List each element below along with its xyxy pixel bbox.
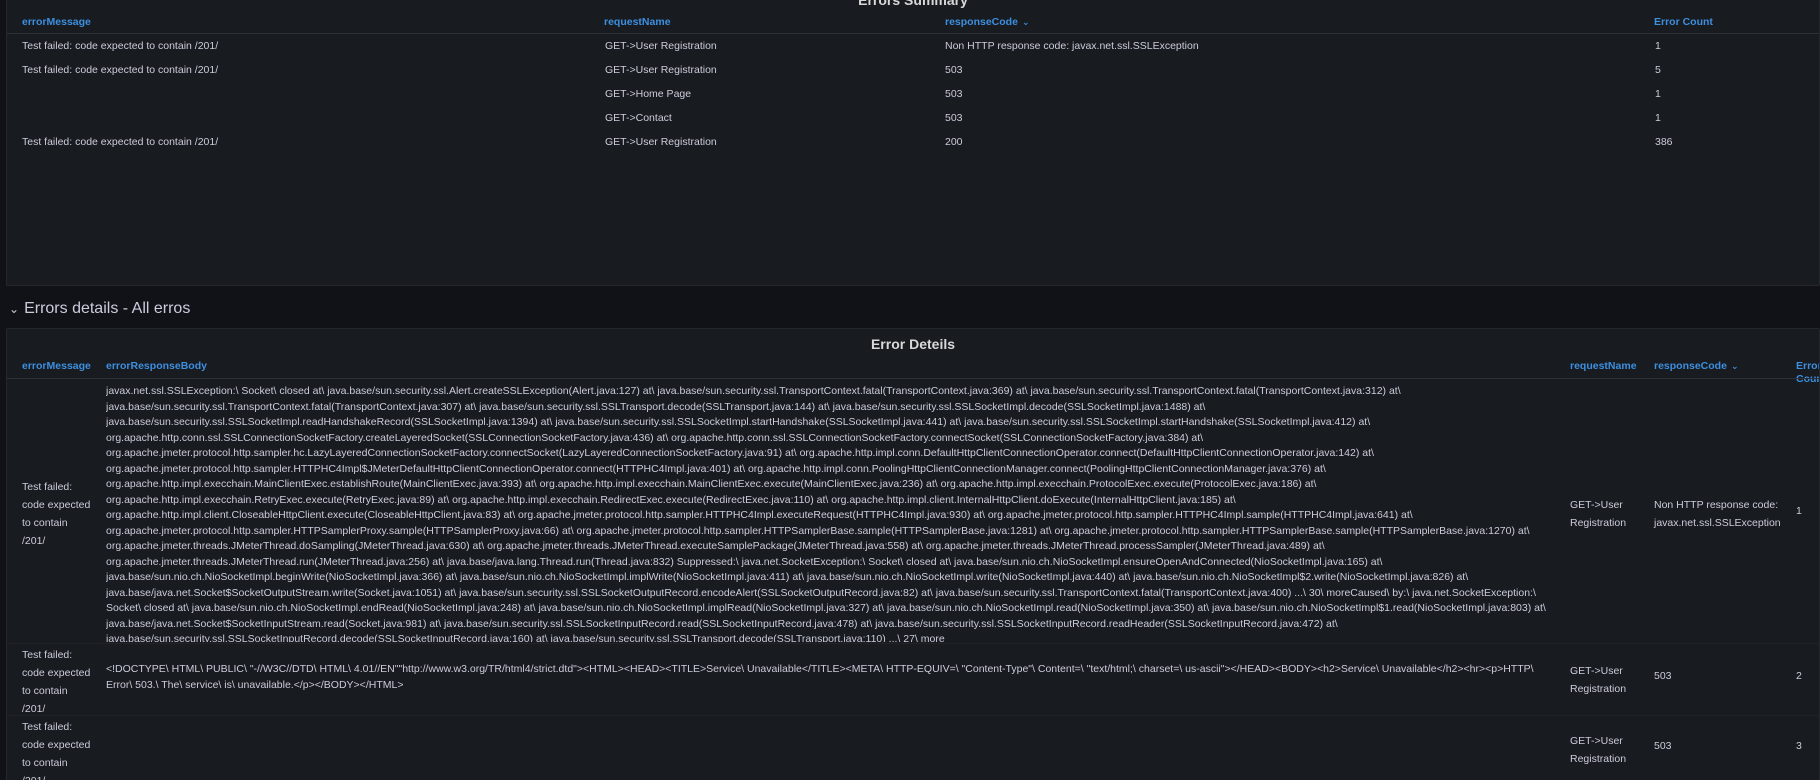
cell-response-code: Non HTTP response code: javax.net.ssl.SS… bbox=[945, 40, 1199, 52]
cell-error-message: Test failed: code expected to contain /2… bbox=[22, 481, 91, 547]
cell-error-count: 1 bbox=[1655, 112, 1661, 124]
column-header-errormessage[interactable]: errorMessage bbox=[22, 16, 91, 28]
panel-title: Errors Summary bbox=[858, 0, 968, 8]
dashboard-row-toggle[interactable]: ⌄ Errors details - All erros bbox=[0, 296, 190, 322]
cell-request-name: GET->User Registration bbox=[605, 64, 717, 76]
cell-error-count: 1 bbox=[1796, 505, 1802, 517]
row-divider bbox=[7, 715, 1819, 716]
cell-request-name: GET->User Registration bbox=[1570, 735, 1627, 765]
column-header-responsecode[interactable]: responseCode ⌄ bbox=[945, 16, 1029, 28]
header-divider bbox=[7, 378, 1819, 379]
cell-error-message: Test failed: code expected to contain /2… bbox=[22, 136, 219, 148]
cell-error-message: Test failed: code expected to contain /2… bbox=[22, 721, 91, 780]
cell-error-response-body: javax.net.ssl.SSLException:\ Socket\ clo… bbox=[106, 385, 1546, 642]
cell-response-code: 503 bbox=[1654, 740, 1672, 752]
column-header-errorcount[interactable]: Error Count bbox=[1796, 360, 1819, 386]
errors-summary-panel: Errors Summary errorMessage requestName … bbox=[6, 0, 1820, 286]
cell-request-name: GET->User Registration bbox=[1570, 665, 1627, 695]
cell-error-message: Test failed: code expected to contain /2… bbox=[22, 649, 91, 715]
row-title: Errors details - All erros bbox=[24, 300, 191, 317]
cell-response-code: 503 bbox=[945, 64, 963, 76]
cell-request-name: GET->User Registration bbox=[605, 136, 717, 148]
cell-response-code: 503 bbox=[945, 88, 963, 100]
column-header-errorcount[interactable]: Error Count bbox=[1654, 16, 1713, 28]
cell-error-count: 3 bbox=[1796, 740, 1802, 752]
row-divider bbox=[7, 643, 1819, 644]
cell-response-code: 200 bbox=[945, 136, 963, 148]
header-divider bbox=[7, 33, 1819, 34]
cell-error-count: 2 bbox=[1796, 670, 1802, 682]
cell-error-response-body: <!DOCTYPE\ HTML\ PUBLIC\ "-//W3C//DTD\ H… bbox=[106, 663, 1534, 691]
cell-error-count: 1 bbox=[1655, 40, 1661, 52]
column-header-label: responseCode bbox=[1654, 360, 1727, 372]
cell-error-message: Test failed: code expected to contain /2… bbox=[22, 40, 219, 52]
cell-error-message: Test failed: code expected to contain /2… bbox=[22, 64, 219, 76]
cell-error-count: 386 bbox=[1655, 136, 1673, 148]
cell-error-count: 5 bbox=[1655, 64, 1661, 76]
cell-request-name: GET->Home Page bbox=[605, 88, 692, 100]
chevron-down-icon: ⌄ bbox=[9, 302, 20, 316]
panel-title: Error Deteils bbox=[870, 336, 956, 352]
cell-response-code: Non HTTP response code: javax.net.ssl.SS… bbox=[1654, 499, 1781, 529]
column-header-errorresponsebody[interactable]: errorResponseBody bbox=[106, 360, 207, 372]
cell-response-code: 503 bbox=[1654, 670, 1672, 682]
cell-request-name: GET->User Registration bbox=[605, 40, 717, 52]
column-header-responsecode[interactable]: responseCode ⌄ bbox=[1654, 360, 1738, 372]
cell-request-name: GET->Contact bbox=[605, 112, 672, 124]
column-header-requestname[interactable]: requestName bbox=[604, 16, 671, 28]
column-header-label: responseCode bbox=[945, 16, 1018, 28]
cell-error-count: 1 bbox=[1655, 88, 1661, 100]
cell-response-code: 503 bbox=[945, 112, 963, 124]
sort-descending-icon: ⌄ bbox=[1021, 17, 1030, 27]
column-header-requestname[interactable]: requestName bbox=[1570, 360, 1637, 372]
sort-descending-icon: ⌄ bbox=[1730, 361, 1739, 371]
cell-request-name: GET->User Registration bbox=[1570, 499, 1627, 529]
error-details-panel: Error Deteils errorMessage errorResponse… bbox=[6, 328, 1820, 780]
column-header-errormessage[interactable]: errorMessage bbox=[22, 360, 91, 372]
